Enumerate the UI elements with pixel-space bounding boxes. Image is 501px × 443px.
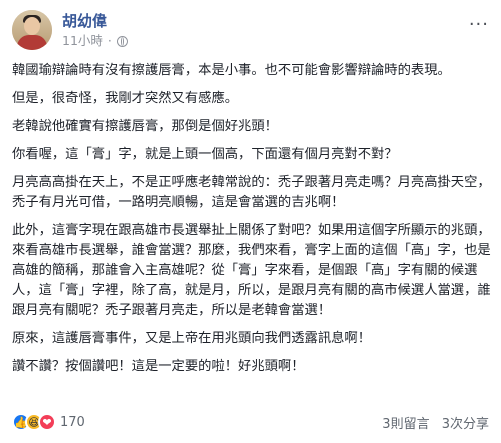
author-avatar[interactable]: [12, 10, 52, 50]
more-options-button[interactable]: ···: [469, 14, 489, 35]
avatar-shirt: [17, 35, 47, 50]
post-paragraph: 你看喔，這「膏」字，就是上頭一個高，下面還有個月亮對不對？: [12, 147, 398, 162]
post-time[interactable]: 11小時: [62, 34, 103, 48]
post-paragraph: 此外，這膏字現在跟高雄市長選舉扯上關係了對吧？如果用這個字所顯示的兆頭，來看高雄…: [12, 223, 491, 318]
post-paragraph: 韓國瑜辯論時有沒有擦護唇膏，本是小事。也不可能會影響辯論時的表現。: [12, 63, 451, 78]
globe-icon: [116, 35, 128, 47]
post-paragraph: 月亮高高掛在天上，不是正呼應老韓常說的：禿子跟著月亮走嗎？月亮高掛天空，禿子有月…: [12, 175, 491, 210]
love-icon: ❤: [38, 413, 56, 431]
separator-dot: ·: [107, 33, 112, 48]
post-paragraph: 原來，這護唇膏事件，又是上帝在用兆頭向我們透露訊息啊！: [12, 331, 372, 346]
comments-count[interactable]: 3則留言: [382, 417, 429, 432]
avatar-face: [24, 17, 40, 35]
post-footer: 👍 😆 ❤ 170 3則留言 3次分享: [12, 411, 489, 433]
post-paragraph: 老韓說他確實有擦護唇膏，那倒是個好兆頭！: [12, 119, 278, 134]
post-paragraph: 讚不讚？按個讚吧！這是一定要的啦！好兆頭啊！: [12, 359, 305, 374]
author-name[interactable]: 胡幼偉: [62, 12, 128, 30]
reaction-count[interactable]: 170: [60, 415, 85, 430]
facebook-post: 胡幼偉 11小時 · ··· 韓國瑜辯論時有沒有擦護唇膏，本是小事。也不可能會影…: [0, 0, 501, 443]
post-header: 胡幼偉 11小時 ·: [12, 8, 128, 52]
shares-count[interactable]: 3次分享: [442, 417, 489, 432]
reactions-summary[interactable]: 👍 😆 ❤ 170: [12, 413, 85, 431]
post-meta: 胡幼偉 11小時 ·: [62, 12, 128, 48]
post-content: 韓國瑜辯論時有沒有擦護唇膏，本是小事。也不可能會影響辯論時的表現。 但是，很奇怪…: [12, 61, 492, 385]
post-paragraph: 但是，很奇怪，我剛才突然又有感應。: [12, 91, 239, 106]
post-subtitle: 11小時 ·: [62, 34, 128, 48]
engagement-stats: 3則留言 3次分享: [374, 413, 489, 432]
